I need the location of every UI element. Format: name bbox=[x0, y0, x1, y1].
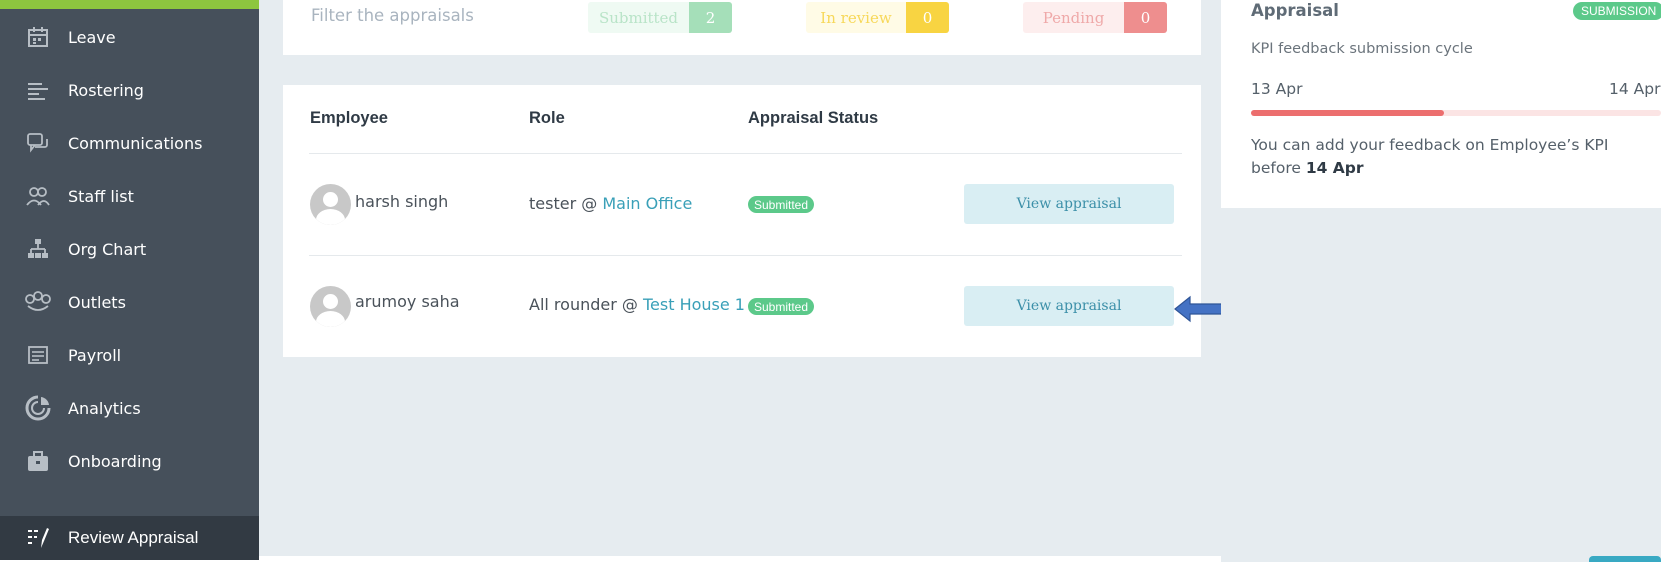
calendar-icon bbox=[25, 24, 51, 50]
sidebar-item-communications[interactable]: Communications bbox=[0, 123, 259, 163]
payroll-icon bbox=[25, 342, 51, 368]
filter-card: Filter the appraisals Submitted 2 In rev… bbox=[283, 0, 1201, 55]
people-icon bbox=[25, 183, 51, 209]
sidebar-item-label: Leave bbox=[68, 27, 116, 47]
cycle-start-date: 13 Apr bbox=[1251, 80, 1303, 98]
filter-count: 0 bbox=[1124, 2, 1167, 33]
sidebar-item-label: Communications bbox=[68, 133, 203, 153]
pointer-arrow-icon bbox=[1174, 295, 1226, 323]
right-panel: Appraisal SUBMISSION KPI feedback submis… bbox=[1221, 0, 1661, 562]
appraisal-title: Appraisal bbox=[1251, 1, 1339, 20]
sidebar-item-label: Analytics bbox=[68, 398, 141, 418]
sidebar: Leave Rostering Communications Staff lis… bbox=[0, 0, 259, 560]
column-header-status: Appraisal Status bbox=[748, 109, 879, 127]
briefcase-icon bbox=[25, 448, 51, 474]
analytics-icon bbox=[25, 395, 51, 421]
filter-label: Pending bbox=[1023, 2, 1124, 33]
roster-lines-icon bbox=[25, 77, 51, 103]
status-badge: Submitted bbox=[748, 196, 815, 213]
status-badge: Submitted bbox=[748, 298, 815, 315]
sidebar-item-label: Rostering bbox=[68, 80, 144, 100]
help-tab[interactable] bbox=[1589, 556, 1661, 562]
view-appraisal-button[interactable]: View appraisal bbox=[964, 286, 1174, 326]
sidebar-item-rostering[interactable]: Rostering bbox=[0, 70, 259, 110]
cycle-progress-fill bbox=[1251, 110, 1444, 116]
sidebar-item-analytics[interactable]: Analytics bbox=[0, 388, 259, 428]
column-header-role: Role bbox=[529, 109, 565, 127]
employee-name: harsh singh bbox=[355, 192, 449, 211]
employee-name: arumoy saha bbox=[355, 292, 460, 311]
sidebar-item-label: Org Chart bbox=[68, 239, 147, 259]
appraisal-subtitle: KPI feedback submission cycle bbox=[1251, 41, 1473, 57]
org-chart-icon bbox=[25, 236, 51, 262]
note-deadline-date: 14 Apr bbox=[1305, 159, 1364, 177]
table-row: arumoy saha All rounder @ Test House 1 S… bbox=[283, 256, 1201, 356]
table-row: harsh singh tester @ Main Office Submitt… bbox=[283, 154, 1201, 254]
sidebar-item-leave[interactable]: Leave bbox=[0, 17, 259, 57]
sidebar-item-onboarding[interactable]: Onboarding bbox=[0, 441, 259, 481]
filter-count: 2 bbox=[689, 2, 732, 33]
sidebar-item-label: Outlets bbox=[68, 292, 126, 312]
submission-badge: SUBMISSION bbox=[1573, 2, 1661, 20]
appraisal-cycle-card: Appraisal SUBMISSION KPI feedback submis… bbox=[1221, 0, 1661, 208]
sidebar-item-org-chart[interactable]: Org Chart bbox=[0, 229, 259, 269]
filter-title: Filter the appraisals bbox=[311, 6, 474, 25]
location-link[interactable]: Test House 1 bbox=[643, 295, 745, 314]
main-content: Filter the appraisals Submitted 2 In rev… bbox=[259, 0, 1221, 556]
sidebar-item-label: Payroll bbox=[68, 345, 122, 365]
filter-label: In review bbox=[806, 2, 906, 33]
appraisal-table: Employee Role Appraisal Status harsh sin… bbox=[283, 85, 1201, 357]
review-pen-icon bbox=[25, 525, 51, 551]
chat-bubbles-icon bbox=[25, 130, 51, 156]
sidebar-item-label: Staff list bbox=[68, 186, 134, 206]
note-text: You can add your feedback on Employee’s … bbox=[1251, 136, 1609, 177]
sidebar-item-outlets[interactable]: Outlets bbox=[0, 282, 259, 322]
location-link[interactable]: Main Office bbox=[602, 194, 692, 213]
filter-pending-button[interactable]: Pending 0 bbox=[1023, 2, 1167, 33]
sidebar-item-payroll[interactable]: Payroll bbox=[0, 335, 259, 375]
sidebar-item-staff-list[interactable]: Staff list bbox=[0, 176, 259, 216]
sidebar-accent-bar bbox=[0, 0, 259, 9]
avatar bbox=[310, 184, 351, 225]
filter-count: 0 bbox=[906, 2, 949, 33]
role-text: All rounder @ bbox=[529, 295, 643, 314]
outlets-icon bbox=[25, 289, 51, 315]
employee-role: All rounder @ Test House 1 bbox=[529, 295, 745, 314]
avatar bbox=[310, 286, 351, 327]
column-header-employee: Employee bbox=[310, 109, 388, 127]
sidebar-item-label: Onboarding bbox=[68, 451, 162, 471]
employee-role: tester @ Main Office bbox=[529, 194, 692, 213]
feedback-deadline-note: You can add your feedback on Employee’s … bbox=[1251, 134, 1641, 180]
sidebar-item-review-appraisal[interactable]: Review Appraisal bbox=[0, 516, 259, 560]
filter-submitted-button[interactable]: Submitted 2 bbox=[588, 2, 732, 33]
cycle-end-date: 14 Apr bbox=[1609, 80, 1661, 98]
view-appraisal-button[interactable]: View appraisal bbox=[964, 184, 1174, 224]
sidebar-item-label: Review Appraisal bbox=[68, 528, 199, 547]
filter-in-review-button[interactable]: In review 0 bbox=[806, 2, 949, 33]
cycle-progress-bar bbox=[1251, 110, 1661, 116]
filter-label: Submitted bbox=[588, 2, 689, 33]
role-text: tester @ bbox=[529, 194, 603, 213]
